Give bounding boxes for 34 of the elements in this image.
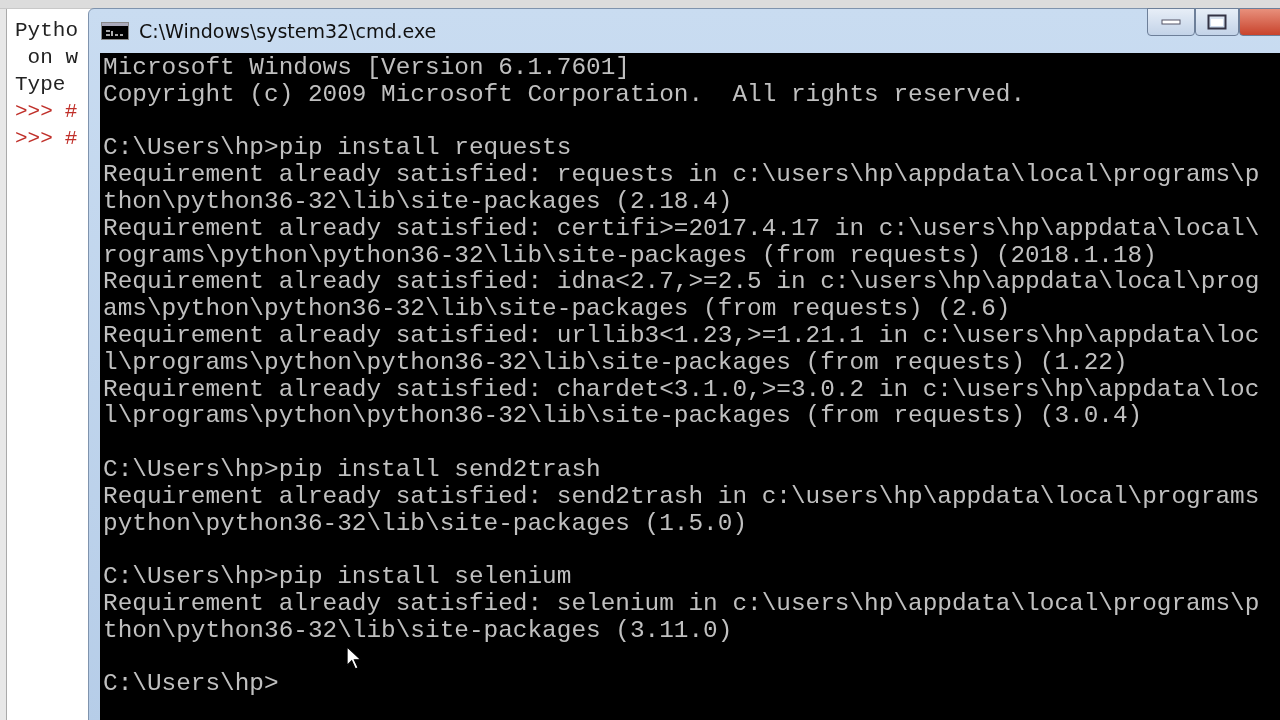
console-line: Copyright (c) 2009 Microsoft Corporation. All rights reserved. [103,81,1026,109]
comment-text: # [64,99,78,125]
console-line: C:\Users\hp> [103,671,279,699]
console-icon [101,22,129,40]
shell-text: on w [26,45,78,71]
console-line: Requirement already satisfied: idna<2.7,>=2.5 in c:\users\hp\appdata\local\prog [103,269,1260,297]
window-title: C:\Windows\system32\cmd.exe [139,20,437,42]
console-line: Requirement already satisfied: selenium in c:\users\hp\appdata\local\programs\p [103,590,1260,618]
console-line: python\python36-32\lib\site-packages (1.5.0) [103,510,748,538]
shell-text: Type [15,72,66,98]
console-line: C:\Users\hp>pip install requests [103,135,572,163]
shell-text: Pytho [15,18,78,44]
maximize-button[interactable] [1195,8,1239,36]
console-line: rograms\python\python36-32\lib\site-packages (from requests) (2018.1.18) [103,242,1157,270]
console-line: C:\Users\hp>pip install selenium [103,564,572,591]
shell-prompt: >>> [15,99,53,125]
comment-text: # [64,126,78,152]
console-line: Requirement already satisfied: requests in c:\users\hp\appdata\local\programs\p [103,162,1260,189]
console-line: ams\python\python36-32\lib\site-packages (from requests) (2.6) [103,296,1011,323]
console-line: Requirement already satisfied: certifi>=2017.4.17 in c:\users\hp\appdata\local\ [103,215,1260,243]
minimize-button[interactable] [1147,8,1195,36]
maximize-icon [1207,14,1227,30]
console-line: Requirement already satisfied: urllib3<1.23,>=1.21.1 in c:\users\hp\appdata\loc [103,322,1260,350]
console-line: Requirement already satisfied: chardet<3.1.0,>=3.0.2 in c:\users\hp\appdata\loc [103,376,1260,404]
console-line: thon\python36-32\lib\site-packages (2.18.4) [103,189,733,216]
console-line: thon\python36-32\lib\site-packages (3.11.0) [103,617,733,645]
console-line: Requirement already satisfied: send2trash in c:\users\hp\appdata\local\programs [103,483,1260,511]
console-line: l\programs\python\python36-32\lib\site-packages (from requests) (3.0.4) [103,403,1143,431]
shell-prompt: >>> [15,126,53,152]
console-line: Microsoft Windows [Version 6.1.7601] [103,55,630,82]
minimize-icon [1161,19,1181,25]
console-line: C:\Users\hp>pip install send2trash [103,456,601,484]
console-line: l\programs\python\python36-32\lib\site-packages (from requests) (1.22) [103,349,1128,377]
mouse-pointer-icon [346,646,361,670]
